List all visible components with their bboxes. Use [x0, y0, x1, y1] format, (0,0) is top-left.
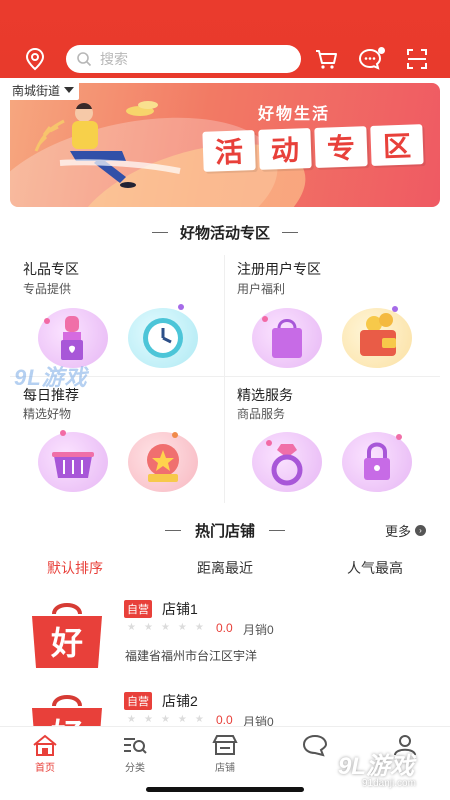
- location-pin-icon[interactable]: [22, 46, 48, 72]
- star-icon: ★: [177, 622, 187, 633]
- home-icon: [33, 734, 57, 756]
- tab-shop[interactable]: 店铺: [185, 727, 265, 775]
- tab-label: 分类: [125, 763, 145, 774]
- lipstick-icon: [38, 308, 108, 368]
- decor-dot: [392, 306, 398, 312]
- home-indicator[interactable]: [146, 787, 304, 792]
- divider: [164, 530, 181, 531]
- divider: [282, 232, 298, 233]
- cell-subtitle: 精选好物: [23, 407, 72, 421]
- shop-monthly-sales: 月销0: [243, 623, 274, 637]
- category-search-icon: [124, 738, 147, 754]
- decor-dot: [60, 430, 66, 436]
- watermark-logo: 9L游戏: [14, 365, 88, 390]
- star-icon: ★: [127, 714, 136, 725]
- decor-dot: [172, 432, 178, 438]
- tab-label: 首页: [35, 763, 55, 774]
- message-badge-dot: [378, 47, 385, 54]
- tab-category[interactable]: 分类: [95, 727, 175, 775]
- activity-section-title: 好物活动专区: [0, 222, 450, 243]
- top-header: 搜索: [0, 0, 450, 78]
- rating-stars: ★ ★ ★ ★ ★: [127, 622, 204, 633]
- dropdown-caret-icon: [64, 87, 75, 93]
- shop-score: 0.0: [216, 621, 233, 635]
- cell-subtitle: 用户福利: [237, 282, 286, 296]
- location-label: 南城街道: [12, 83, 61, 98]
- cell-subtitle: 商品服务: [237, 407, 286, 421]
- shop-logo: 好: [28, 692, 106, 726]
- sort-divider: [298, 556, 450, 580]
- watermark-url: 91danji.com: [362, 778, 416, 789]
- decor-dot: [178, 304, 184, 310]
- cell-title: 精选服务: [237, 387, 293, 403]
- banner-illustration: [34, 101, 181, 188]
- cell-subtitle: 专品提供: [23, 282, 72, 296]
- lock-icon: [342, 432, 412, 492]
- star-icon: ★: [194, 714, 204, 725]
- wallet-icon: [342, 308, 412, 368]
- shop-score: 0.0: [216, 713, 233, 726]
- shop-list-item[interactable]: 好 自营 店铺2 ★ ★ ★ ★ ★ 0.0 月销0: [0, 692, 450, 726]
- decor-dot: [262, 316, 268, 322]
- chevron-right-icon: ›: [415, 525, 427, 536]
- shop-monthly-sales: 月销0: [243, 715, 274, 726]
- divider: [151, 232, 168, 233]
- star-icon: ★: [194, 622, 204, 633]
- star-icon: ★: [127, 622, 136, 633]
- tab-home[interactable]: 首页: [5, 727, 85, 775]
- decor-dot: [266, 440, 272, 446]
- shop-logo: 好: [28, 600, 106, 670]
- shop-icon: [212, 735, 238, 755]
- activity-section-label: 好物活动专区: [179, 225, 270, 242]
- decor-dot: [44, 318, 50, 324]
- cell-title: 礼品专区: [23, 261, 79, 277]
- self-operated-badge: 自营: [124, 692, 152, 710]
- watermark-logo: 9L游戏: [338, 753, 415, 780]
- star-icon: ★: [177, 714, 187, 725]
- basket-icon: [38, 432, 108, 492]
- shop-name: 店铺2: [162, 693, 198, 709]
- shop-name: 店铺1: [162, 601, 198, 617]
- hot-shops-label: 热门店铺: [194, 523, 255, 540]
- sort-default[interactable]: 默认排序: [0, 556, 150, 580]
- star-icon: ★: [143, 714, 153, 725]
- banner-title-char: 活: [202, 130, 256, 172]
- clock-icon: [128, 308, 198, 368]
- rating-stars: ★ ★ ★ ★ ★: [127, 714, 204, 725]
- more-label: 更多: [385, 524, 412, 539]
- star-icon: ★: [160, 622, 170, 633]
- promo-banner[interactable]: 好物生活 活 动 专 区: [10, 83, 440, 207]
- shop-list-item[interactable]: 好 自营 店铺1 ★ ★ ★ ★ ★ 0.0 月销0 福建省福州市台江区宇洋: [0, 600, 450, 690]
- scan-icon[interactable]: [404, 46, 430, 72]
- shop-logo-char: 好: [50, 716, 83, 726]
- star-icon: ★: [143, 622, 153, 633]
- shop-logo-char: 好: [50, 624, 83, 662]
- new-badge-icon: [128, 432, 198, 492]
- banner-title-char: 专: [314, 126, 368, 168]
- tab-label: 店铺: [215, 763, 235, 774]
- location-selector[interactable]: 南城街道: [8, 80, 80, 100]
- star-icon: ★: [160, 714, 170, 725]
- decor-dot: [396, 434, 402, 440]
- grid-divider: [224, 255, 225, 503]
- more-link[interactable]: 更多 ›: [385, 521, 427, 540]
- chat-icon: [302, 734, 328, 757]
- search-icon: [77, 52, 92, 67]
- search-bar[interactable]: 搜索: [66, 45, 301, 73]
- hot-shops-title: 热门店铺: [0, 520, 450, 541]
- banner-title-char: 区: [370, 124, 424, 166]
- self-operated-badge: 自营: [124, 600, 152, 618]
- search-placeholder: 搜索: [100, 51, 128, 67]
- cell-title: 注册用户专区: [237, 261, 321, 277]
- ring-icon: [252, 432, 322, 492]
- banner-title: 活 动 专 区: [202, 124, 424, 172]
- shop-address: 福建省福州市台江区宇洋: [125, 649, 258, 663]
- banner-title-char: 动: [258, 128, 312, 170]
- divider: [269, 530, 285, 531]
- cart-icon[interactable]: [313, 46, 339, 72]
- banner-subtitle: 好物生活: [258, 106, 331, 123]
